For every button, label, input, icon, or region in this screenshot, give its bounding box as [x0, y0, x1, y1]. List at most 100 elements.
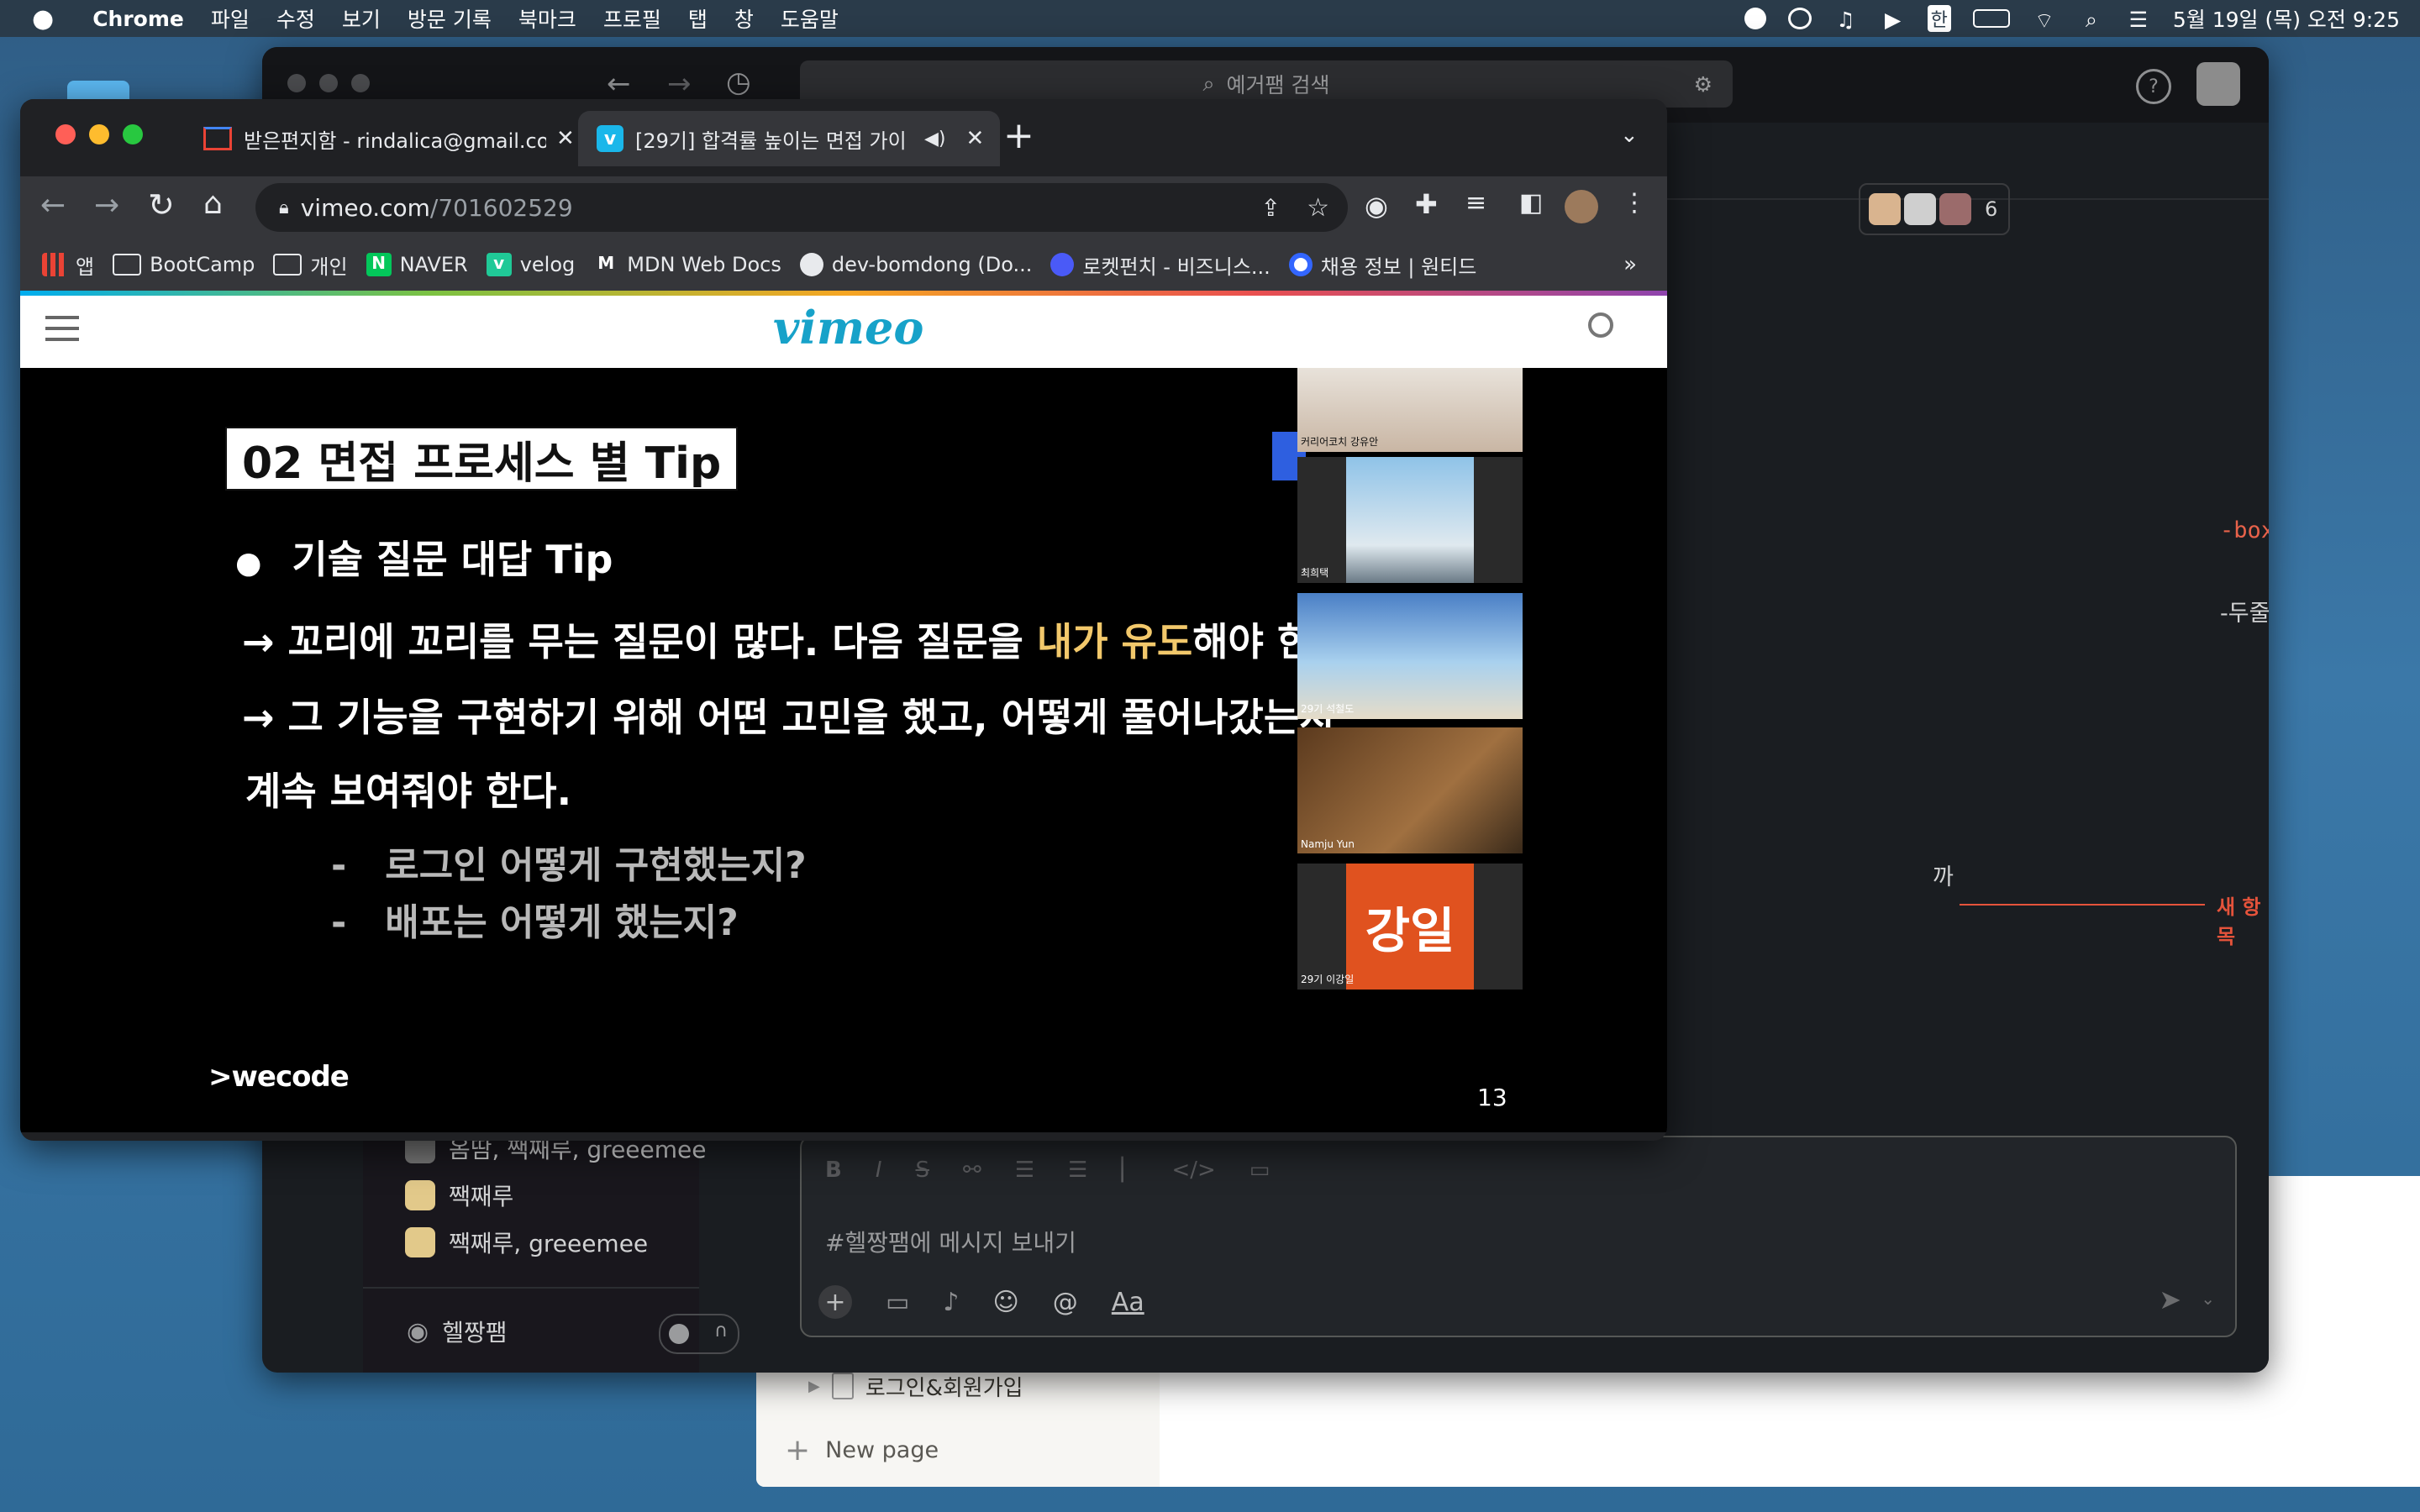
- apple-icon[interactable]: ●: [32, 4, 54, 34]
- bullet-list-icon[interactable]: ☰: [1068, 1158, 1087, 1183]
- new-tab-button[interactable]: +: [1003, 114, 1034, 157]
- bookmark-naver[interactable]: N NAVER: [366, 253, 468, 276]
- bookmark-bootcamp[interactable]: BootCamp: [113, 253, 255, 276]
- mention-icon[interactable]: @: [1053, 1288, 1078, 1317]
- tab-search-chevron-icon[interactable]: ⌄: [1620, 123, 1639, 148]
- emoji-icon[interactable]: ☺: [993, 1288, 1019, 1317]
- ordered-list-icon[interactable]: ☰: [1015, 1158, 1034, 1183]
- search-icon[interactable]: [1588, 312, 1613, 338]
- notion-page-item[interactable]: ▶ 로그인&회원가입: [808, 1371, 1023, 1401]
- airpods-icon[interactable]: ♫: [1833, 8, 1859, 32]
- bookmark-wanted[interactable]: 채용 정보 | 원티드: [1288, 250, 1476, 280]
- bookmark-personal[interactable]: 개인: [273, 250, 348, 280]
- chrome-menu-icon[interactable]: ⋮: [1622, 188, 1647, 218]
- hamburger-menu-icon[interactable]: [45, 316, 79, 341]
- huddle-icon: ◉: [407, 1316, 429, 1347]
- extensions-puzzle-icon[interactable]: ✚: [1415, 188, 1438, 220]
- send-options-chevron-icon[interactable]: ⌄: [2201, 1289, 2215, 1309]
- blockquote-icon[interactable]: ▏: [1121, 1158, 1138, 1183]
- menu-bookmarks[interactable]: 북마크: [518, 3, 576, 34]
- dm-item[interactable]: 짹째루, greeemee: [405, 1221, 648, 1263]
- dm-item[interactable]: 짹째루: [405, 1174, 513, 1216]
- menu-window[interactable]: 창: [734, 3, 754, 34]
- menu-app-name[interactable]: Chrome: [92, 7, 184, 31]
- menu-view[interactable]: 보기: [342, 3, 381, 34]
- bookmark-label: 앱: [76, 255, 95, 279]
- side-panel-icon[interactable]: ◧: [1519, 188, 1543, 218]
- video-clip-icon[interactable]: ▭: [886, 1288, 909, 1317]
- bookmark-apps[interactable]: 앱: [42, 250, 94, 280]
- control-center-icon[interactable]: ☰: [2126, 8, 2151, 32]
- link-icon[interactable]: ⚯: [963, 1158, 981, 1183]
- zoom-window-button[interactable]: [123, 124, 143, 144]
- bookmark-velog[interactable]: v velog: [486, 253, 575, 276]
- slide-title: 02 면접 프로세스 별 Tip: [225, 427, 739, 491]
- battery-icon[interactable]: [1972, 9, 2010, 28]
- creative-cloud-icon[interactable]: [1787, 8, 1812, 29]
- new-page-button[interactable]: + New page: [785, 1433, 939, 1467]
- bookmark-mdn[interactable]: M MDN Web Docs: [593, 253, 781, 276]
- strikethrough-icon[interactable]: S: [916, 1158, 930, 1183]
- composer-tools: + ▭ ♪ ☺ @ Aa: [818, 1285, 1144, 1319]
- close-window-button[interactable]: [55, 124, 76, 144]
- microphone-icon[interactable]: ♪: [943, 1288, 959, 1317]
- back-arrow-icon[interactable]: ←: [607, 67, 631, 101]
- forward-button[interactable]: →: [94, 188, 119, 223]
- composer-placeholder[interactable]: #헬짱팸에 메시지 보내기: [825, 1225, 1076, 1258]
- expand-arrow-icon[interactable]: ▶: [808, 1378, 820, 1395]
- play-icon[interactable]: ▶: [1881, 8, 1906, 32]
- close-tab-icon[interactable]: ✕: [556, 126, 575, 151]
- participant-tile: 강일 29기 이강일: [1297, 864, 1523, 990]
- huddle-channel[interactable]: ◉ 헬짱팸: [407, 1310, 507, 1352]
- media-control-icon[interactable]: ≡: [1465, 188, 1486, 218]
- minimize-window-button[interactable]: [89, 124, 109, 144]
- menu-history[interactable]: 방문 기록: [408, 3, 492, 34]
- attach-plus-icon[interactable]: +: [818, 1285, 852, 1319]
- bookmark-label: BootCamp: [150, 253, 255, 276]
- italic-icon[interactable]: I: [876, 1158, 882, 1183]
- vimeo-logo[interactable]: vimeo: [773, 301, 923, 354]
- code-block-icon[interactable]: ▭: [1249, 1158, 1270, 1183]
- back-button[interactable]: ←: [40, 188, 66, 223]
- video-player[interactable]: 02 면접 프로세스 별 Tip ● 기술 질문 대답 Tip → 꼬리에 꼬리를…: [20, 368, 1667, 1132]
- menu-file[interactable]: 파일: [211, 3, 250, 34]
- bookmarks-overflow-button[interactable]: »: [1623, 252, 1637, 277]
- address-bar[interactable]: 🔒︎ vimeo.com /701602529 ⇪ ☆: [255, 183, 1348, 232]
- code-icon[interactable]: </>: [1171, 1158, 1215, 1183]
- user-avatar[interactable]: [2196, 62, 2240, 106]
- audio-playing-icon[interactable]: ◀): [924, 129, 946, 150]
- wifi-icon[interactable]: ⌔: [2032, 8, 2057, 33]
- menu-tab[interactable]: 탭: [688, 3, 708, 34]
- tab-vimeo[interactable]: v [29기] 합격률 높이는 면접 가이 ◀) ✕: [578, 111, 1000, 166]
- text-format-icon[interactable]: Aa: [1112, 1288, 1144, 1317]
- menu-help[interactable]: 도움말: [781, 3, 839, 34]
- tab-gmail[interactable]: 받은편지함 - rindalica@gmail.com ✕: [185, 111, 592, 166]
- reload-button[interactable]: ↻: [148, 186, 175, 223]
- help-icon[interactable]: ?: [2136, 69, 2171, 104]
- apps-grid-icon: [42, 253, 67, 276]
- profile-avatar[interactable]: [1565, 190, 1598, 223]
- close-tab-icon[interactable]: ✕: [966, 126, 985, 151]
- menu-edit[interactable]: 수정: [276, 3, 315, 34]
- menu-clock[interactable]: 5월 19일 (목) 오전 9:25: [2173, 3, 2400, 34]
- bookmark-rocketpunch[interactable]: 로켓펀치 - 비즈니스...: [1050, 250, 1270, 280]
- history-icon[interactable]: ◷: [726, 66, 751, 99]
- bookmark-github[interactable]: dev-bomdong (Do...: [799, 253, 1032, 276]
- bold-icon[interactable]: B: [825, 1158, 842, 1183]
- bookmark-star-icon[interactable]: ☆: [1307, 193, 1329, 223]
- filter-icon[interactable]: ⚙: [1694, 72, 1712, 97]
- forward-arrow-icon[interactable]: →: [667, 67, 692, 101]
- huddle-toggle[interactable]: ∩: [659, 1314, 739, 1354]
- member-avatars-button[interactable]: 6: [1859, 183, 2010, 235]
- input-method-indicator[interactable]: 한: [1927, 5, 1951, 32]
- share-icon[interactable]: ⇪: [1261, 194, 1281, 222]
- extension-icon[interactable]: ◉: [1365, 190, 1388, 222]
- home-button[interactable]: ⌂: [203, 186, 223, 221]
- message-composer[interactable]: B I S ⚯ ☰ ☰ ▏ </> ▭ #헬짱팸에 메시지 보내기 + ▭ ♪ …: [800, 1136, 2237, 1337]
- chat-status-icon[interactable]: [1744, 8, 1766, 29]
- dash: -: [331, 844, 347, 887]
- menu-profile[interactable]: 프로필: [603, 3, 661, 34]
- spotlight-search-icon[interactable]: ⌕: [2079, 8, 2104, 32]
- search-icon: ⌕: [1202, 71, 1215, 96]
- send-icon[interactable]: ➤: [2159, 1284, 2181, 1315]
